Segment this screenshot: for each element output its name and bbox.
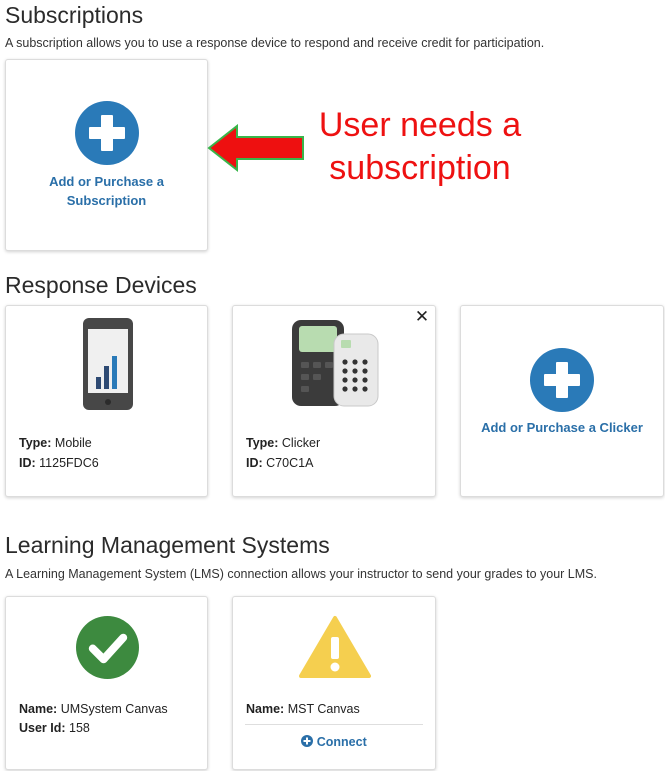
device-card-clicker: ✕ Type: Clicker ID: C70C1A: [232, 305, 436, 497]
lms-card-not-connected: Name: MST Canvas Connect: [232, 596, 436, 770]
connect-lms-button[interactable]: Connect: [233, 733, 435, 751]
devices-title: Response Devices: [5, 272, 197, 298]
device-id-line: ID: C70C1A: [246, 456, 314, 470]
lms-name-line: Name: MST Canvas: [246, 702, 360, 716]
annotation-text: User needs a subscription: [318, 106, 522, 187]
mobile-phone-icon: [83, 318, 133, 410]
remove-device-button[interactable]: ✕: [413, 308, 431, 326]
subscriptions-description: A subscription allows you to use a respo…: [5, 36, 545, 50]
subscriptions-title: Subscriptions: [5, 2, 144, 28]
add-clicker-label[interactable]: Add or Purchase a Clicker: [469, 418, 655, 437]
device-type-line: Type: Clicker: [246, 436, 321, 450]
lms-card-connected: Name: UMSystem Canvas User Id: 158: [5, 596, 208, 770]
warning-triangle-icon: [299, 616, 371, 678]
plus-circle-icon: [301, 735, 314, 747]
device-id-line: ID: 1125FDC6: [19, 456, 99, 470]
lms-name-line: Name: UMSystem Canvas: [19, 702, 168, 716]
device-type-line: Type: Mobile: [19, 436, 92, 450]
device-card-mobile: Type: Mobile ID: 1125FDC6: [5, 305, 208, 497]
card-divider: [245, 724, 423, 725]
connect-label[interactable]: Connect: [317, 735, 367, 749]
clicker-remote-icon: [292, 320, 379, 407]
add-subscription-card[interactable]: Add or Purchase a Subscription: [5, 59, 208, 251]
add-clicker-card[interactable]: Add or Purchase a Clicker: [460, 305, 664, 497]
add-subscription-label[interactable]: Add or Purchase a Subscription: [14, 172, 199, 210]
lms-description: A Learning Management System (LMS) conne…: [5, 567, 597, 581]
check-circle-icon: [76, 616, 139, 679]
lms-user-id-line: User Id: 158: [19, 721, 90, 735]
lms-title: Learning Management Systems: [5, 532, 330, 558]
plus-circle-icon: [530, 348, 594, 412]
plus-circle-icon: [74, 101, 139, 165]
